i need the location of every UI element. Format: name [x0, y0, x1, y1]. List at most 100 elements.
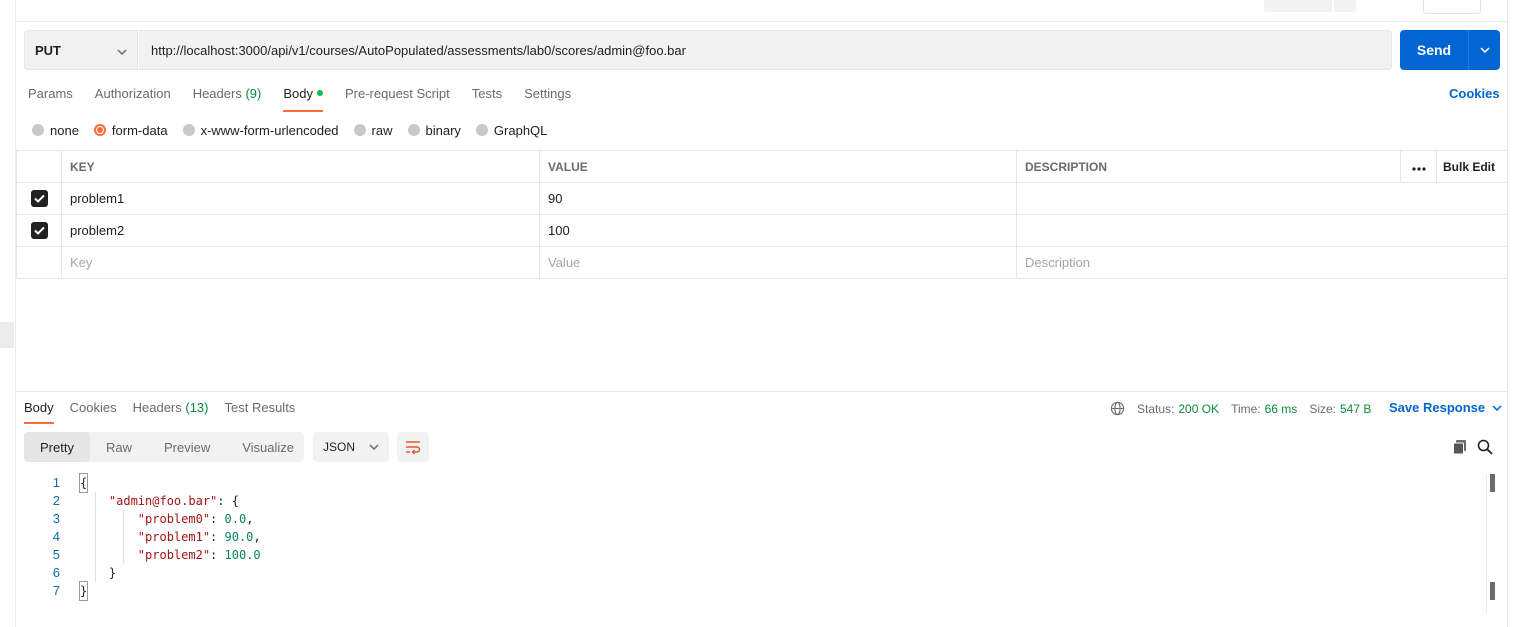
- chevron-down-icon: [1492, 404, 1502, 411]
- row-checkbox[interactable]: [16, 214, 62, 247]
- code-line: 1{: [52, 473, 89, 493]
- more-icon[interactable]: [1400, 150, 1437, 183]
- bulk-edit-button[interactable]: Bulk Edit: [1436, 150, 1508, 183]
- row-checkbox[interactable]: [16, 182, 62, 215]
- left-sidebar-edge: [0, 0, 16, 627]
- scrollbar-thumb-top[interactable]: [1490, 474, 1495, 492]
- tab-tests[interactable]: Tests: [472, 84, 502, 112]
- send-options-chevron-icon[interactable]: [1469, 47, 1500, 53]
- response-tab-test-results[interactable]: Test Results: [225, 400, 296, 424]
- save-options-button[interactable]: [1334, 0, 1356, 12]
- headers-count: (9): [245, 86, 262, 101]
- code-line: 5 "problem2": 100.0: [52, 547, 261, 562]
- time-value[interactable]: 66 ms: [1265, 402, 1298, 416]
- tab-authorization[interactable]: Authorization: [95, 84, 171, 112]
- body-type-radios: none form-data x-www-form-urlencoded raw…: [32, 122, 562, 138]
- format-select[interactable]: JSON: [313, 432, 389, 462]
- mode-pretty[interactable]: Pretty: [24, 432, 90, 462]
- response-tab-body[interactable]: Body: [24, 400, 54, 424]
- url-text: http://localhost:3000/api/v1/courses/Aut…: [151, 42, 686, 58]
- row-description[interactable]: [1016, 182, 1508, 215]
- table-row: problem2 100: [16, 214, 1508, 247]
- response-code-view[interactable]: 1{ 2 "admin@foo.bar": { 3 "problem0": 0.…: [40, 473, 261, 601]
- radio-urlencoded[interactable]: x-www-form-urlencoded: [182, 123, 339, 138]
- row-key[interactable]: problem2: [61, 214, 540, 247]
- response-headers-count: (13): [185, 400, 209, 415]
- table-row-empty: Key Value Description: [16, 246, 1508, 279]
- search-icon[interactable]: [1477, 439, 1493, 458]
- mode-visualize[interactable]: Visualize: [226, 432, 310, 462]
- check-icon[interactable]: [30, 222, 48, 239]
- check-icon[interactable]: [30, 190, 48, 207]
- tab-prerequest-script[interactable]: Pre-request Script: [345, 84, 450, 112]
- key-header: KEY: [61, 150, 540, 183]
- tab-params[interactable]: Params: [28, 84, 73, 112]
- radio-circle: [32, 124, 44, 136]
- row-value[interactable]: 90: [539, 182, 1017, 215]
- save-request-button[interactable]: [1264, 0, 1332, 12]
- save-response-button[interactable]: Save Response: [1389, 400, 1502, 415]
- response-tab-headers[interactable]: Headers (13): [133, 400, 209, 424]
- description-placeholder[interactable]: Description: [1016, 246, 1508, 279]
- scrollbar-thumb-bottom[interactable]: [1490, 582, 1495, 600]
- row-description[interactable]: [1016, 214, 1508, 247]
- radio-form-data[interactable]: form-data: [93, 123, 168, 138]
- size-label: Size:: [1309, 401, 1336, 416]
- time-label: Time:: [1231, 401, 1261, 416]
- send-label: Send: [1416, 42, 1452, 58]
- row-value[interactable]: 100: [539, 214, 1017, 247]
- method-select[interactable]: PUT: [24, 30, 138, 70]
- body-indicator-dot: [316, 90, 323, 96]
- table-row: problem1 90: [16, 182, 1508, 215]
- tab-settings[interactable]: Settings: [524, 84, 571, 112]
- toolbar-actions[interactable]: [1423, 0, 1481, 14]
- copy-icon[interactable]: [1452, 439, 1468, 458]
- radio-circle: [475, 124, 488, 136]
- scrollbar-track: [1486, 474, 1487, 614]
- response-tabs: Body Cookies Headers (13) Test Results: [24, 400, 311, 424]
- format-value: JSON: [323, 440, 356, 454]
- cookies-link[interactable]: Cookies: [1449, 86, 1500, 101]
- radio-circle: [182, 124, 195, 136]
- row-key[interactable]: problem1: [61, 182, 540, 215]
- code-line: 7}: [52, 581, 89, 601]
- tab-headers[interactable]: Headers (9): [193, 84, 262, 112]
- status-value[interactable]: 200 OK: [1178, 402, 1219, 416]
- tab-body[interactable]: Body: [283, 84, 323, 112]
- key-placeholder[interactable]: Key: [61, 246, 540, 279]
- mode-raw[interactable]: Raw: [90, 432, 148, 462]
- value-header: VALUE: [539, 150, 1017, 183]
- method-value: PUT: [35, 42, 61, 58]
- checkbox-header: [16, 150, 62, 183]
- radio-circle-selected: [93, 124, 106, 136]
- response-tab-cookies[interactable]: Cookies: [70, 400, 117, 424]
- wrap-lines-button[interactable]: [397, 432, 429, 462]
- chevron-down-icon: [369, 444, 379, 450]
- wrap-icon: [404, 439, 422, 455]
- right-edge: [1507, 0, 1508, 627]
- description-header: DESCRIPTION: [1016, 150, 1401, 183]
- radio-graphql[interactable]: GraphQL: [475, 123, 547, 138]
- size-value[interactable]: 547 B: [1340, 402, 1371, 416]
- table-header-row: KEY VALUE DESCRIPTION Bulk Edit: [16, 150, 1508, 183]
- code-line: 2 "admin@foo.bar": {: [52, 493, 239, 508]
- pane-divider[interactable]: [16, 391, 1507, 392]
- empty-checkbox-cell: [16, 246, 62, 279]
- save-response-label: Save Response: [1389, 400, 1486, 415]
- chevron-down-icon: [117, 43, 127, 58]
- status-label: Status:: [1137, 401, 1175, 416]
- mode-preview[interactable]: Preview: [148, 432, 226, 462]
- radio-binary[interactable]: binary: [407, 123, 461, 138]
- url-input[interactable]: http://localhost:3000/api/v1/courses/Aut…: [139, 30, 1392, 70]
- radio-circle: [407, 124, 420, 136]
- radio-raw[interactable]: raw: [353, 123, 393, 138]
- code-line: 4 "problem1": 90.0,: [52, 529, 261, 544]
- request-tabs: Params Authorization Headers (9) Body Pr…: [28, 84, 593, 112]
- radio-none[interactable]: none: [32, 123, 79, 138]
- sidebar-handle[interactable]: [0, 322, 14, 348]
- code-line: 3 "problem0": 0.0,: [52, 511, 254, 526]
- value-placeholder[interactable]: Value: [539, 246, 1017, 279]
- send-button[interactable]: Send: [1400, 30, 1500, 70]
- globe-icon[interactable]: [1110, 401, 1125, 416]
- response-status-bar: Status: 200 OK Time: 66 ms Size: 547 B: [1110, 401, 1383, 416]
